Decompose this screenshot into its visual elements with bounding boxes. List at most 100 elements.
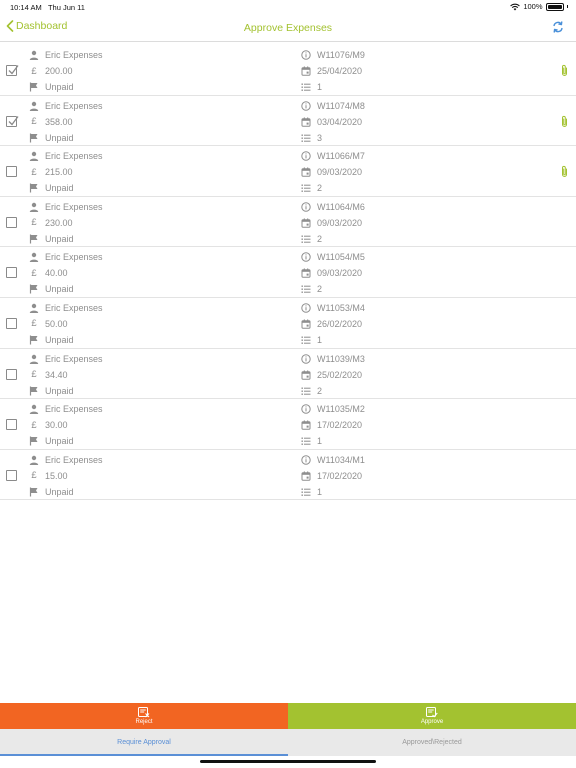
info-icon (300, 302, 312, 314)
list-icon (300, 435, 312, 447)
expense-date: 09/03/2020 (317, 167, 363, 178)
payment-status-field: Unpaid (28, 334, 74, 346)
select-checkbox[interactable] (6, 469, 17, 481)
payment-status: Unpaid (45, 385, 74, 396)
item-count: 1 (317, 486, 323, 497)
expense-row[interactable]: Eric Expenses £ 358.00 Unpaid W11074/M8 … (0, 96, 576, 147)
expense-row[interactable]: Eric Expenses £ 34.40 Unpaid W11039/M3 2… (0, 349, 576, 400)
item-count-field: 3 (300, 132, 322, 144)
status-right: 100% (510, 2, 568, 11)
list-icon (300, 81, 312, 93)
amount-field: £ 34.40 (28, 369, 67, 381)
refresh-icon (553, 21, 563, 33)
item-count: 2 (317, 183, 323, 194)
payment-status: Unpaid (45, 82, 74, 92)
pound-icon: £ (31, 267, 37, 279)
payment-status: Unpaid (45, 233, 74, 244)
reference-field: W11034/M1 (300, 454, 365, 466)
expense-row[interactable]: Eric Expenses £ 15.00 Unpaid W11034/M1 1… (0, 450, 576, 501)
expense-date: 17/02/2020 (317, 420, 363, 431)
flag-icon (28, 81, 40, 93)
reference-number: W11054/M5 (317, 252, 365, 263)
select-checkbox[interactable] (6, 419, 17, 431)
item-count: 1 (317, 334, 323, 345)
flag-icon (28, 233, 40, 245)
select-checkbox[interactable] (6, 216, 17, 228)
payment-status: Unpaid (45, 334, 74, 345)
expense-date: 25/04/2020 (317, 66, 363, 76)
calendar-icon (300, 318, 312, 330)
select-checkbox[interactable] (6, 317, 17, 329)
reference-field: W11054/M5 (300, 251, 365, 263)
tab-require-approval[interactable]: Require Approval (0, 729, 288, 756)
action-bar: Reject Approve (0, 703, 576, 729)
info-icon (300, 454, 312, 466)
item-count-field: 2 (300, 283, 322, 295)
expense-row[interactable]: Eric Expenses £ 215.00 Unpaid W11066/M7 … (0, 146, 576, 197)
reject-button[interactable]: Reject (0, 703, 288, 729)
page-title: Approve Expenses (243, 22, 333, 34)
select-checkbox[interactable] (6, 65, 19, 76)
flag-icon (28, 182, 40, 194)
calendar-icon (300, 116, 312, 128)
tab-approved-rejected-label: Approved\Rejected (402, 739, 462, 746)
reference-number: W11066/M7 (317, 151, 365, 162)
attachment-icon[interactable] (561, 64, 568, 82)
expense-row[interactable]: Eric Expenses £ 230.00 Unpaid W11064/M6 … (0, 197, 576, 248)
list-icon (300, 182, 312, 194)
payment-status: Unpaid (45, 486, 74, 497)
info-icon (300, 403, 312, 415)
reject-icon (138, 707, 150, 718)
person-icon (28, 353, 40, 365)
approve-label: Approve (420, 719, 444, 725)
payment-status-field: Unpaid (28, 233, 74, 245)
person-icon (28, 150, 40, 162)
calendar-icon (300, 369, 312, 381)
home-indicator (200, 760, 376, 763)
select-checkbox[interactable] (6, 368, 17, 380)
date-field: 09/03/2020 (300, 267, 362, 279)
item-count-field: 2 (300, 385, 322, 397)
select-checkbox[interactable] (6, 115, 19, 127)
claimant-name: Eric Expenses (45, 404, 103, 415)
claimant-name: Eric Expenses (45, 151, 103, 162)
reference-number: W11074/M8 (317, 100, 365, 111)
reference-number: W11076/M9 (317, 50, 365, 60)
expense-row[interactable]: Eric Expenses £ 30.00 Unpaid W11035/M2 1… (0, 399, 576, 450)
expense-date: 17/02/2020 (317, 470, 363, 481)
item-count-field: 1 (300, 81, 322, 93)
payment-status: Unpaid (45, 132, 74, 143)
expense-row[interactable]: Eric Expenses £ 40.00 Unpaid W11054/M5 0… (0, 247, 576, 298)
amount-field: £ 358.00 (28, 116, 72, 128)
refresh-button[interactable] (552, 20, 564, 39)
payment-status-field: Unpaid (28, 283, 74, 295)
select-checkbox[interactable] (6, 166, 17, 178)
date-field: 25/02/2020 (300, 369, 362, 381)
payment-status-field: Unpaid (28, 132, 74, 144)
info-icon (300, 353, 312, 365)
person-icon (28, 201, 40, 213)
list-icon (300, 385, 312, 397)
battery-cap (566, 5, 568, 8)
payment-status-field: Unpaid (28, 182, 74, 194)
attachment-icon[interactable] (561, 165, 568, 183)
item-count-field: 2 (300, 182, 322, 194)
payment-status-field: Unpaid (28, 435, 74, 447)
flag-icon (28, 486, 40, 498)
claimant-field: Eric Expenses (28, 454, 103, 466)
tab-approved-rejected[interactable]: Approved\Rejected (288, 729, 576, 756)
item-count-field: 1 (300, 435, 322, 447)
reference-field: W11064/M6 (300, 201, 365, 213)
amount-field: £ 215.00 (28, 166, 72, 178)
payment-status: Unpaid (45, 284, 74, 295)
expense-row[interactable]: Eric Expenses £ 200.00 Unpaid W11076/M9 … (0, 45, 576, 96)
approve-button[interactable]: Approve (288, 703, 576, 729)
reference-field: W11039/M3 (300, 353, 365, 365)
select-checkbox[interactable] (6, 267, 17, 279)
expense-row[interactable]: Eric Expenses £ 50.00 Unpaid W11053/M4 2… (0, 298, 576, 349)
claimant-name: Eric Expenses (45, 201, 103, 212)
person-icon (28, 403, 40, 415)
item-count-field: 2 (300, 233, 322, 245)
item-count: 3 (317, 132, 323, 143)
attachment-icon[interactable] (561, 115, 568, 133)
